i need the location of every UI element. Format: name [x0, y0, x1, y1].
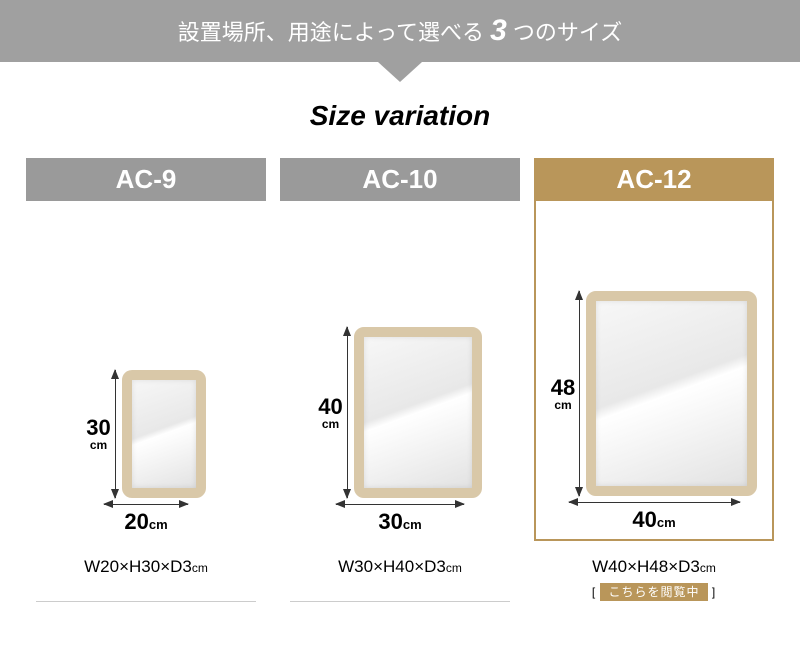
subtitle: Size variation	[0, 100, 800, 132]
header-number: 3	[490, 14, 507, 47]
vertical-dimension: 48cm	[551, 291, 586, 496]
mirror-illustration	[354, 327, 482, 498]
horizontal-arrow-icon	[569, 502, 740, 503]
horizontal-arrow-icon	[336, 504, 464, 505]
variant-AC-10: AC-10 40cm 30cm W30×H40×D3cm	[280, 158, 520, 602]
mirror-row: 40cm	[318, 327, 481, 498]
dimensions-text: W20×H30×D3cm	[84, 557, 208, 577]
horizontal-dim-label: 40cm	[632, 507, 675, 533]
diagram-area: 48cm 40cm	[534, 201, 774, 541]
horizontal-arrow-icon	[104, 504, 188, 505]
horizontal-dimension: 30cm	[336, 504, 464, 535]
variant-AC-12: AC-12 48cm 40cm W40×H48×D3cm [ こちらを閲覧中 ]	[534, 158, 774, 602]
horizontal-dimension: 40cm	[569, 502, 740, 533]
vertical-dimension: 40cm	[318, 327, 353, 498]
divider	[36, 601, 256, 602]
variant-AC-9: AC-9 30cm 20cm W20×H30×D3cm	[26, 158, 266, 602]
horizontal-dimension: 20cm	[104, 504, 188, 535]
vertical-dim-label: 40cm	[318, 396, 342, 430]
header-text-pre: 設置場所、用途によって選べる	[178, 20, 490, 45]
diagram-area: 30cm 20cm	[26, 201, 266, 541]
vertical-arrow-icon	[579, 291, 580, 496]
variants-row: AC-9 30cm 20cm W20×H30×D3cm AC-10 40cm 30cm W30…	[0, 158, 800, 602]
mirror-illustration	[586, 291, 757, 496]
mirror-illustration	[122, 370, 206, 498]
variant-label: AC-12	[534, 158, 774, 201]
mirror-row: 30cm	[86, 370, 205, 498]
header-text-post: つのサイズ	[507, 20, 622, 45]
vertical-arrow-icon	[115, 370, 116, 498]
variant-label: AC-9	[26, 158, 266, 201]
vertical-dim-label: 48cm	[551, 377, 575, 411]
header-arrow-icon	[378, 62, 422, 82]
divider	[290, 601, 510, 602]
vertical-arrow-icon	[347, 327, 348, 498]
variant-label: AC-10	[280, 158, 520, 201]
header-banner: 設置場所、用途によって選べる 3 つのサイズ	[0, 0, 800, 62]
horizontal-dim-label: 20cm	[124, 509, 167, 535]
viewing-badge: [ こちらを閲覧中 ]	[592, 583, 716, 600]
dimensions-text: W30×H40×D3cm	[338, 557, 462, 577]
horizontal-dim-label: 30cm	[378, 509, 421, 535]
vertical-dim-label: 30cm	[86, 417, 110, 451]
vertical-dimension: 30cm	[86, 370, 121, 498]
dimensions-text: W40×H48×D3cm	[592, 557, 716, 577]
diagram-area: 40cm 30cm	[280, 201, 520, 541]
mirror-row: 48cm	[551, 291, 757, 496]
